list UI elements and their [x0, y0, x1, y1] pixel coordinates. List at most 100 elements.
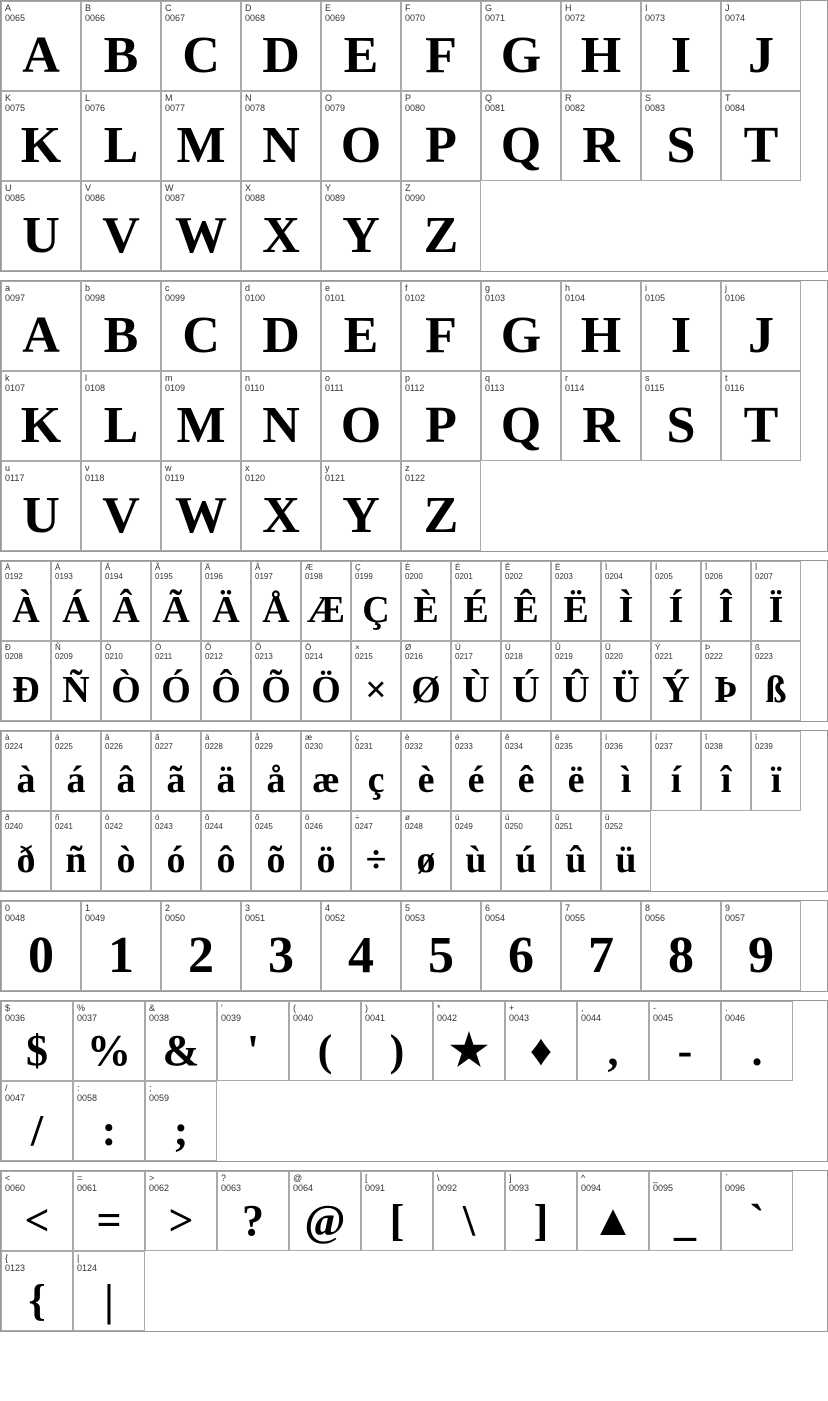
cell-label: ê 0234 [505, 734, 547, 752]
cell-character: & [149, 1024, 213, 1078]
cell-label: * 0042 [437, 1004, 501, 1024]
cell-character: Y [325, 484, 397, 548]
char-cell: r 0114R [561, 371, 641, 461]
cell-label: n 0110 [245, 374, 317, 394]
cell-label: t 0116 [725, 374, 797, 394]
cell-label: A 0065 [5, 4, 77, 24]
char-cell: ( 0040( [289, 1001, 361, 1081]
cell-label: ^ 0094 [581, 1174, 645, 1194]
char-cell: - 0045- [649, 1001, 721, 1081]
cell-label: æ 0230 [305, 734, 347, 752]
cell-character: ▲ [581, 1194, 645, 1248]
char-cell: à 0224à [1, 731, 51, 811]
cell-character: æ [305, 752, 347, 808]
char-cell: ø 0248ø [401, 811, 451, 891]
cell-character: J [725, 24, 797, 88]
char-cell: n 0110N [241, 371, 321, 461]
char-cell: 7 00557 [561, 901, 641, 991]
char-cell: p 0112P [401, 371, 481, 461]
char-cell: i 0105I [641, 281, 721, 371]
char-cell: ) 0041) [361, 1001, 433, 1081]
cell-label: È 0200 [405, 564, 447, 582]
cell-label: Ú 0218 [505, 644, 547, 662]
cell-character: ` [725, 1194, 789, 1248]
cell-character: M [165, 114, 237, 178]
cell-label: á 0225 [55, 734, 97, 752]
char-cell: á 0225á [51, 731, 101, 811]
char-cell: å 0229å [251, 731, 301, 811]
char-cell: J 0074J [721, 1, 801, 91]
cell-label: \ 0092 [437, 1174, 501, 1194]
char-cell: , 0044, [577, 1001, 649, 1081]
cell-label: | 0124 [77, 1254, 141, 1274]
char-cell: c 0099C [161, 281, 241, 371]
cell-label: s 0115 [645, 374, 717, 394]
cell-character: Õ [255, 662, 297, 718]
cell-character: ? [221, 1194, 285, 1248]
cell-label: ] 0093 [509, 1174, 573, 1194]
char-cell: ö 0246ö [301, 811, 351, 891]
cell-character: P [405, 114, 477, 178]
cell-character: Ú [505, 662, 547, 718]
char-cell: P 0080P [401, 91, 481, 181]
cell-character: - [653, 1024, 717, 1078]
cell-character: ã [155, 752, 197, 808]
cell-label: U 0085 [5, 184, 77, 204]
cell-character: Z [405, 484, 477, 548]
char-cell: Þ 0222Þ [701, 641, 751, 721]
cell-label: ñ 0241 [55, 814, 97, 832]
cell-character: Ö [305, 662, 347, 718]
cell-label: Ë 0203 [555, 564, 597, 582]
cell-character: á [55, 752, 97, 808]
cell-label: , 0044 [581, 1004, 645, 1024]
cell-character: 9 [725, 924, 797, 988]
cell-character: S [645, 394, 717, 458]
char-cell: Y 0089Y [321, 181, 401, 271]
cell-label: f 0102 [405, 284, 477, 304]
char-cell: s 0115S [641, 371, 721, 461]
char-cell: & 0038& [145, 1001, 217, 1081]
font-display: A 0065AB 0066BC 0067CD 0068DE 0069EF 007… [0, 0, 828, 1332]
cell-character: ì [605, 752, 647, 808]
cell-character: | [77, 1274, 141, 1328]
char-cell: Ó 0211Ó [151, 641, 201, 721]
char-cell: ñ 0241ñ [51, 811, 101, 891]
cell-label: H 0072 [565, 4, 637, 24]
cell-character: A [5, 24, 77, 88]
char-cell: Ü 0220Ü [601, 641, 651, 721]
cell-label: ä 0228 [205, 734, 247, 752]
cell-label: Ã 0195 [155, 564, 197, 582]
char-cell: È 0200È [401, 561, 451, 641]
cell-label: ? 0063 [221, 1174, 285, 1194]
char-cell: 2 00502 [161, 901, 241, 991]
char-cell: @ 0064@ [289, 1171, 361, 1251]
cell-label: 1 0049 [85, 904, 157, 924]
cell-character: O [325, 394, 397, 458]
cell-label: p 0112 [405, 374, 477, 394]
cell-character: N [245, 394, 317, 458]
char-cell: æ 0230æ [301, 731, 351, 811]
cell-character: ; [149, 1104, 213, 1158]
cell-character: > [149, 1194, 213, 1248]
char-cell: Ì 0204Ì [601, 561, 651, 641]
cell-character: L [85, 394, 157, 458]
char-cell: ô 0244ô [201, 811, 251, 891]
char-cell: 5 00535 [401, 901, 481, 991]
cell-character: B [85, 24, 157, 88]
cell-label: Á 0193 [55, 564, 97, 582]
char-cell: + 0043♦ [505, 1001, 577, 1081]
cell-character: Ï [755, 582, 797, 638]
cell-label: W 0087 [165, 184, 237, 204]
cell-character: Å [255, 582, 297, 638]
char-cell: û 0251û [551, 811, 601, 891]
cell-character: À [5, 582, 47, 638]
char-cell: Ñ 0209Ñ [51, 641, 101, 721]
char-cell: ç 0231ç [351, 731, 401, 811]
char-cell: X 0088X [241, 181, 321, 271]
cell-character: 3 [245, 924, 317, 988]
cell-label: N 0078 [245, 94, 317, 114]
cell-character: 2 [165, 924, 237, 988]
cell-character: Â [105, 582, 147, 638]
char-cell: ? 0063? [217, 1171, 289, 1251]
cell-character: E [325, 24, 397, 88]
